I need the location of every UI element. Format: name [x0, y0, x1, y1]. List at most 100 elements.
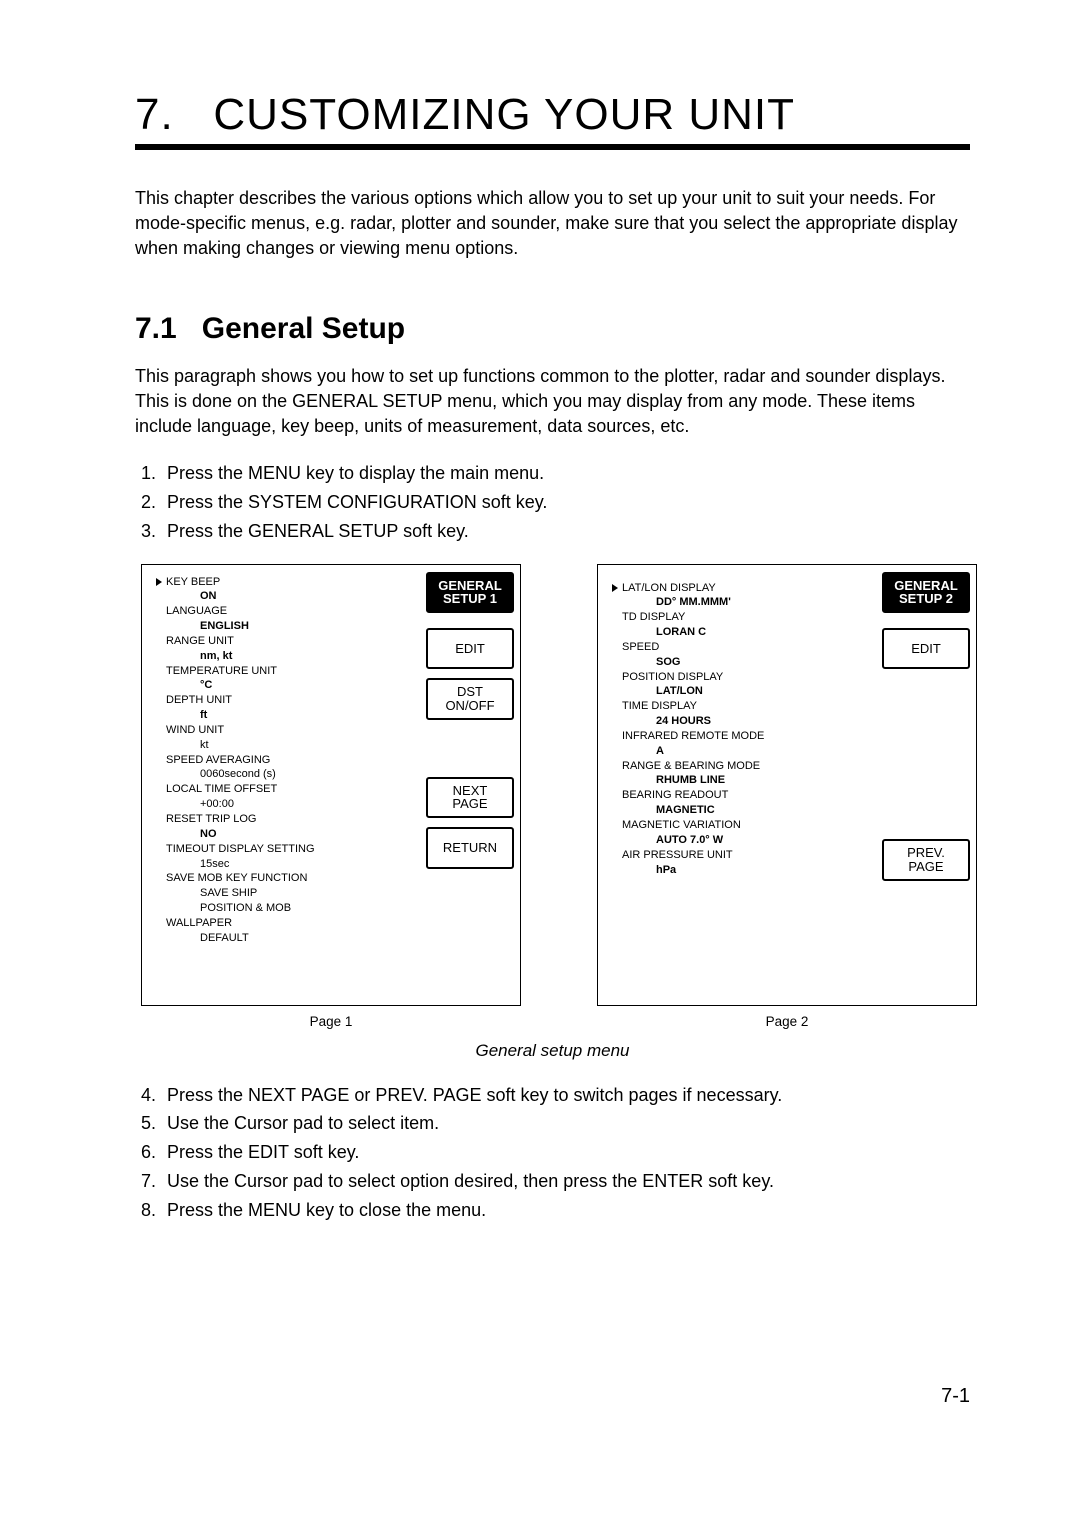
section-intro: This paragraph shows you how to set up f…: [135, 364, 970, 440]
spacer: [426, 729, 514, 777]
menu-item-label: LAT/LON DISPLAY: [622, 581, 716, 596]
step: Press the NEXT PAGE or PREV. PAGE soft k…: [161, 1081, 970, 1110]
step: Press the MENU key to close the menu.: [161, 1196, 970, 1225]
softkey-prev-page[interactable]: PREV. PAGE: [882, 839, 970, 880]
softkey-header: GENERAL SETUP 1: [426, 572, 514, 613]
menu-item-label: BEARING READOUT: [612, 788, 872, 803]
menu-item-label: RANGE UNIT: [156, 634, 416, 649]
chapter-name: CUSTOMIZING YOUR UNIT: [213, 90, 795, 139]
menu-item[interactable]: LAT/LON DISPLAY DD° MM.MMM': [612, 581, 872, 611]
chapter-rule: [135, 144, 970, 150]
section-number: 7.1: [135, 312, 177, 345]
softkey-label: PAGE: [908, 859, 943, 874]
menu-item-value: DEFAULT: [156, 931, 416, 946]
menu-item[interactable]: WIND UNIT kt: [156, 723, 416, 753]
screens-row: KEY BEEP ON LANGUAGE ENGLISH RANGE UNIT …: [141, 564, 970, 1029]
screen-caption: Page 1: [310, 1014, 353, 1029]
screen-page2: LAT/LON DISPLAY DD° MM.MMM' TD DISPLAY L…: [597, 564, 977, 1006]
menu-item-value: °C: [156, 678, 416, 693]
softkey-next-page[interactable]: NEXT PAGE: [426, 777, 514, 818]
softkey-edit[interactable]: EDIT: [426, 628, 514, 670]
menu-item[interactable]: LOCAL TIME OFFSET +00:00: [156, 782, 416, 812]
softkey-label: SETUP 1: [443, 591, 497, 606]
screen-page1: KEY BEEP ON LANGUAGE ENGLISH RANGE UNIT …: [141, 564, 521, 1006]
menu-item-label: TD DISPLAY: [612, 610, 872, 625]
menu-item[interactable]: RESET TRIP LOG NO: [156, 812, 416, 842]
menu-item[interactable]: RANGE UNIT nm, kt: [156, 634, 416, 664]
menu-list: LAT/LON DISPLAY DD° MM.MMM' TD DISPLAY L…: [598, 565, 882, 1005]
menu-item-value: NO: [156, 827, 416, 842]
menu-item-value: LAT/LON: [612, 684, 872, 699]
menu-item-value: ON: [156, 589, 416, 604]
menu-item-value: 24 HOURS: [612, 714, 872, 729]
menu-item-value: ft: [156, 708, 416, 723]
menu-item-value: RHUMB LINE: [612, 773, 872, 788]
menu-item-value: 15sec: [156, 857, 416, 872]
steps-list-a: Press the MENU key to display the main m…: [135, 459, 970, 545]
menu-item[interactable]: SPEED AVERAGING 0060second (s): [156, 753, 416, 783]
menu-item-label: LANGUAGE: [156, 604, 416, 619]
menu-item-label: TIMEOUT DISPLAY SETTING: [156, 842, 416, 857]
softkey-edit[interactable]: EDIT: [882, 628, 970, 670]
menu-item[interactable]: BEARING READOUT MAGNETIC: [612, 788, 872, 818]
menu-item-label: AIR PRESSURE UNIT: [612, 848, 872, 863]
spacer: [426, 622, 514, 628]
section-name: General Setup: [202, 312, 405, 345]
step: Press the EDIT soft key.: [161, 1138, 970, 1167]
menu-item-label: TIME DISPLAY: [612, 699, 872, 714]
menu-item-label: SPEED: [612, 640, 872, 655]
menu-item[interactable]: KEY BEEP ON: [156, 575, 416, 605]
menu-item[interactable]: WALLPAPER DEFAULT: [156, 916, 416, 946]
menu-item-value: POSITION & MOB: [156, 901, 416, 916]
menu-item-value: AUTO 7.0° W: [612, 833, 872, 848]
menu-item[interactable]: MAGNETIC VARIATION AUTO 7.0° W: [612, 818, 872, 848]
softkey-label: SETUP 2: [899, 591, 953, 606]
step: Press the GENERAL SETUP soft key.: [161, 517, 970, 546]
menu-item-value: A: [612, 744, 872, 759]
menu-item-label: RANGE & BEARING MODE: [612, 759, 872, 774]
softkey-label: PAGE: [452, 796, 487, 811]
menu-item[interactable]: TEMPERATURE UNIT °C: [156, 664, 416, 694]
menu-item-label: TEMPERATURE UNIT: [156, 664, 416, 679]
spacer: [882, 622, 970, 628]
menu-item-value: 0060second (s): [156, 767, 416, 782]
menu-item-label: POSITION DISPLAY: [612, 670, 872, 685]
selection-caret-icon: [612, 584, 618, 592]
menu-item-label: MAGNETIC VARIATION: [612, 818, 872, 833]
softkey-label: EDIT: [455, 641, 485, 656]
menu-item-value: LORAN C: [612, 625, 872, 640]
menu-item[interactable]: TIME DISPLAY 24 HOURS: [612, 699, 872, 729]
menu-item[interactable]: INFRARED REMOTE MODE A: [612, 729, 872, 759]
menu-item-label: SAVE MOB KEY FUNCTION: [156, 871, 416, 886]
menu-item[interactable]: TIMEOUT DISPLAY SETTING 15sec: [156, 842, 416, 872]
menu-item-label: DEPTH UNIT: [156, 693, 416, 708]
menu-item[interactable]: POSITION DISPLAY LAT/LON: [612, 670, 872, 700]
menu-item[interactable]: TD DISPLAY LORAN C: [612, 610, 872, 640]
chapter-number: 7.: [135, 90, 174, 139]
step: Press the MENU key to display the main m…: [161, 459, 970, 488]
menu-item[interactable]: RANGE & BEARING MODE RHUMB LINE: [612, 759, 872, 789]
menu-item-value: kt: [156, 738, 416, 753]
selection-caret-icon: [156, 578, 162, 586]
menu-item[interactable]: SAVE MOB KEY FUNCTION SAVE SHIP POSITION…: [156, 871, 416, 916]
menu-item-value: SOG: [612, 655, 872, 670]
screen-page2-wrap: LAT/LON DISPLAY DD° MM.MMM' TD DISPLAY L…: [597, 564, 977, 1029]
menu-item-value: hPa: [612, 863, 872, 878]
softkey-label: ON/OFF: [445, 698, 494, 713]
menu-item[interactable]: SPEED SOG: [612, 640, 872, 670]
menu-item-value: SAVE SHIP: [156, 886, 416, 901]
menu-item-value: MAGNETIC: [612, 803, 872, 818]
softkey-return[interactable]: RETURN: [426, 827, 514, 869]
screen-caption: Page 2: [766, 1014, 809, 1029]
spacer: [882, 678, 970, 839]
menu-item-value: +00:00: [156, 797, 416, 812]
menu-item[interactable]: LANGUAGE ENGLISH: [156, 604, 416, 634]
menu-item-label: KEY BEEP: [166, 575, 220, 590]
menu-item[interactable]: DEPTH UNIT ft: [156, 693, 416, 723]
menu-item-value: DD° MM.MMM': [612, 595, 872, 610]
menu-item[interactable]: AIR PRESSURE UNIT hPa: [612, 848, 872, 878]
figure-caption: General setup menu: [135, 1041, 970, 1061]
menu-item-label: WIND UNIT: [156, 723, 416, 738]
softkey-dst[interactable]: DST ON/OFF: [426, 678, 514, 719]
menu-list: KEY BEEP ON LANGUAGE ENGLISH RANGE UNIT …: [142, 565, 426, 1005]
